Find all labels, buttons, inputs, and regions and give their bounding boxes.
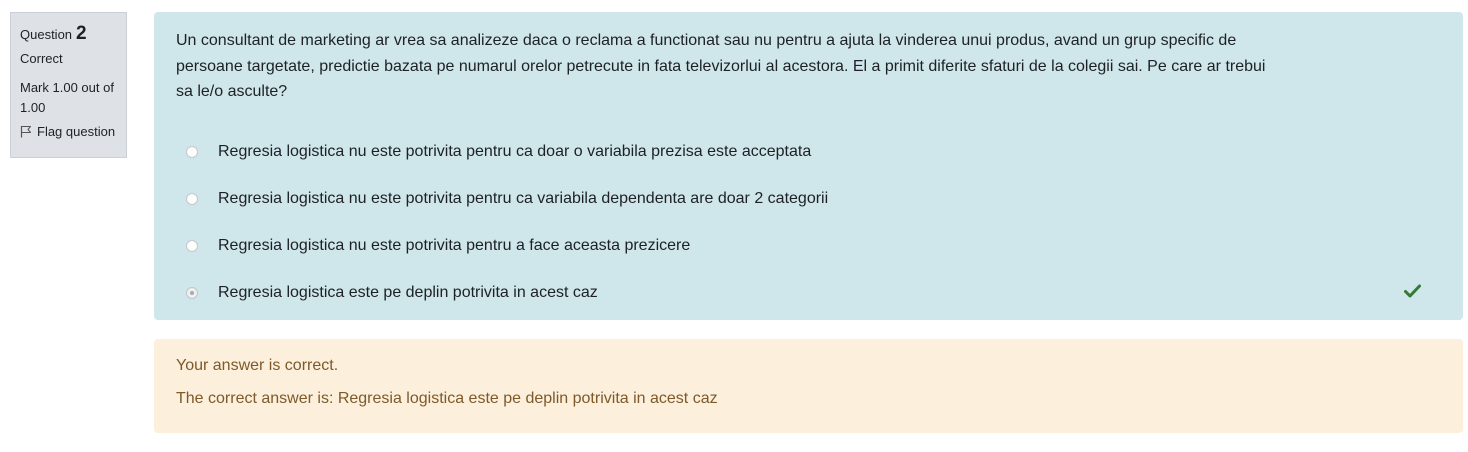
flag-icon	[20, 126, 31, 138]
answer-radio-4[interactable]	[186, 287, 198, 299]
answer-label-3: Regresia logistica nu este potrivita pen…	[218, 237, 691, 254]
specific-feedback: Your answer is correct.	[176, 357, 339, 374]
answer-option-4[interactable]: Regresia logistica este pe deplin potriv…	[176, 270, 1441, 317]
question-label: Question	[20, 27, 73, 42]
answer-radio-2[interactable]	[186, 193, 198, 205]
question-state: Correct	[20, 51, 63, 66]
question-info-panel: Question 2 Correct Mark 1.00 out of 1.00…	[10, 12, 127, 158]
answer-label-1: Regresia logistica nu este potrivita pen…	[218, 143, 812, 160]
check-icon	[1404, 284, 1421, 297]
question-outcome: Your answer is correct. The correct answ…	[154, 339, 1463, 433]
answer-label-4: Regresia logistica este pe deplin potriv…	[218, 284, 598, 301]
flag-question-button[interactable]: Flag question	[20, 124, 117, 139]
question-number-row: Question 2	[20, 23, 117, 45]
flag-question-label: Flag question	[37, 124, 116, 139]
answer-radio-3[interactable]	[186, 240, 198, 252]
right-answer: The correct answer is: Regresia logistic…	[176, 390, 718, 407]
answer-option-2[interactable]: Regresia logistica nu este potrivita pen…	[176, 176, 1441, 223]
answer-radio-1[interactable]	[186, 146, 198, 158]
answer-label-2: Regresia logistica nu este potrivita pen…	[218, 190, 829, 207]
question-text: Un consultant de marketing ar vrea sa an…	[176, 32, 1266, 100]
answer-list: Regresia logistica nu este potrivita pen…	[176, 129, 1441, 317]
answer-option-1[interactable]: Regresia logistica nu este potrivita pen…	[176, 129, 1441, 176]
question-number: 2	[76, 23, 87, 44]
question-formulation: Un consultant de marketing ar vrea sa an…	[154, 12, 1463, 320]
question-grade: Mark 1.00 out of 1.00	[20, 80, 114, 115]
answer-option-3[interactable]: Regresia logistica nu este potrivita pen…	[176, 223, 1441, 270]
